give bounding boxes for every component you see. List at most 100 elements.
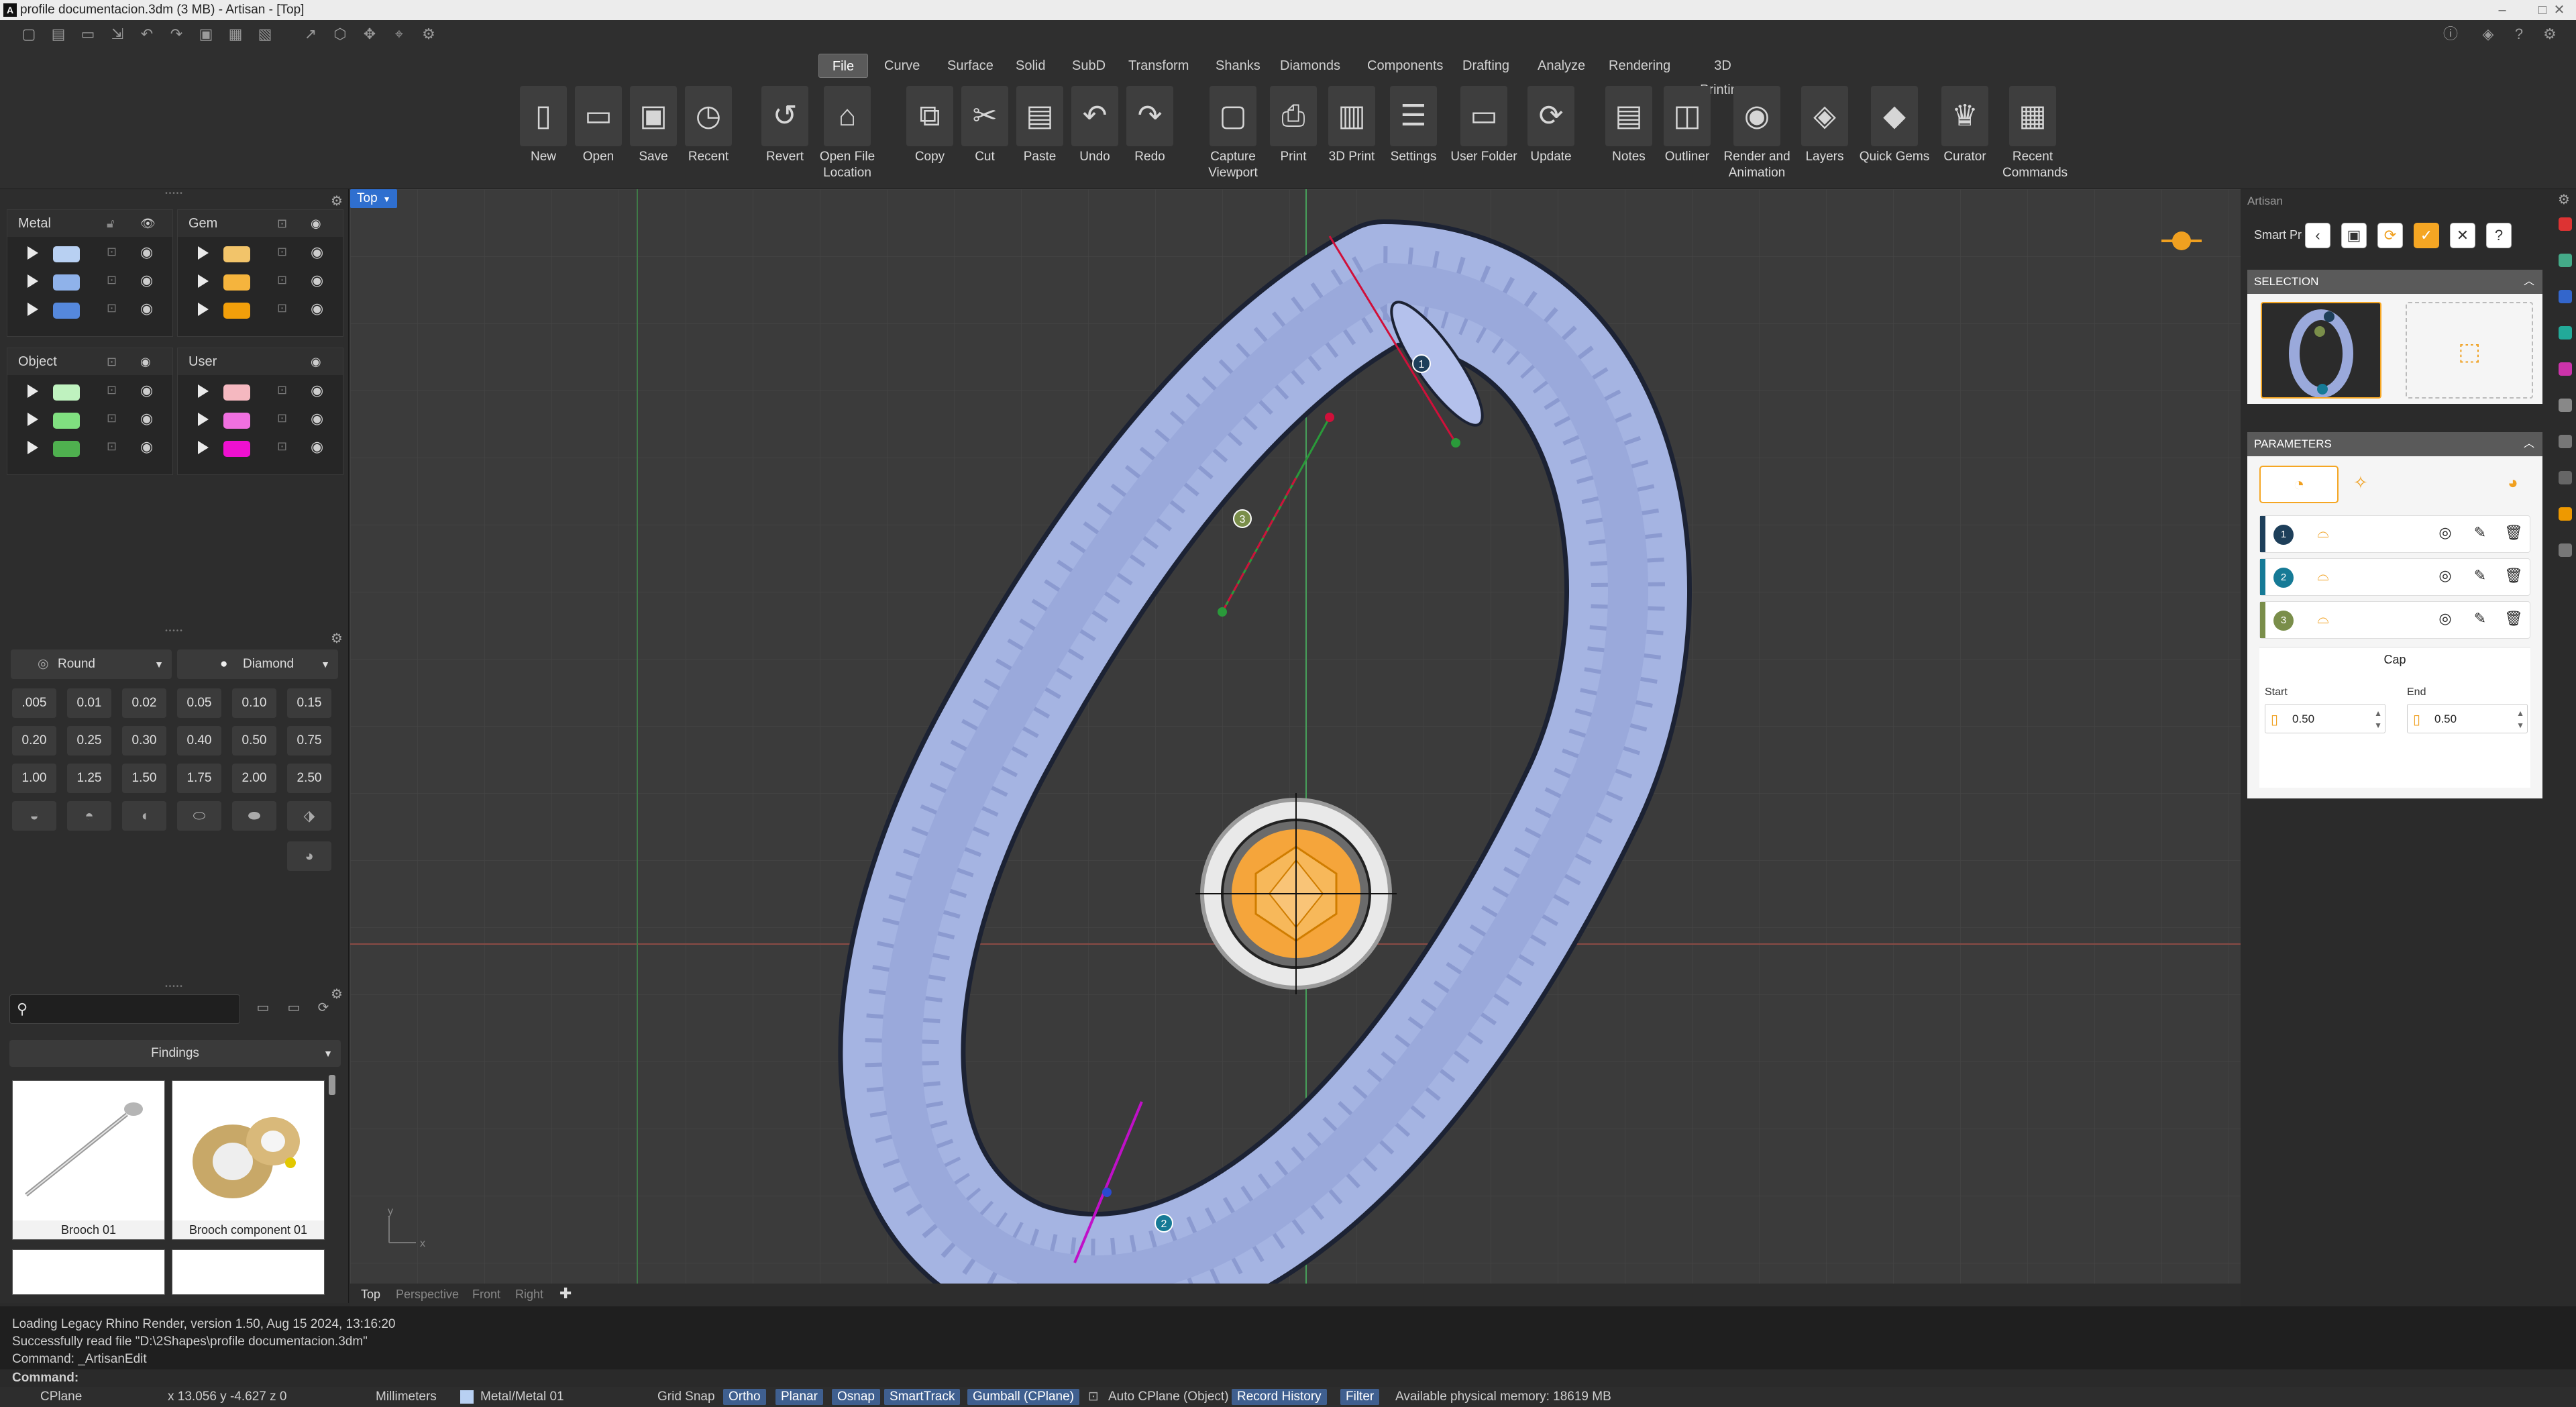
profile-row[interactable]: 2 ⌓ ◎ ✎ 🗑︎ [2259, 558, 2530, 596]
quick-gems-button[interactable]: ◆ Quick Gems [1856, 86, 1933, 187]
revert-button[interactable]: ↺ Revert [758, 86, 812, 187]
gem-shape-flat-icon[interactable]: ⬭ [177, 801, 221, 831]
gem-size-button[interactable]: 1.50 [122, 764, 166, 793]
stepper-arrows-icon[interactable]: ▲ ▼ [2516, 707, 2524, 731]
expand-icon[interactable] [198, 441, 209, 454]
selected-object-thumbnail[interactable] [2261, 302, 2381, 399]
gem-shape-round-icon[interactable]: ◒ [12, 801, 56, 831]
expand-icon[interactable] [28, 384, 38, 398]
smarttrack-toggle[interactable]: SmartTrack [884, 1389, 961, 1405]
confirm-button[interactable]: ✓ [2414, 223, 2439, 248]
record-history-toggle[interactable]: Record History [1232, 1389, 1327, 1405]
save-profile-button[interactable]: ▣ [2341, 223, 2367, 248]
lock-icon[interactable]: ⊡ [277, 217, 287, 231]
lock-icon[interactable]: ⊡ [107, 273, 117, 287]
finding-card-brooch-component-01[interactable]: Brooch component 01 [172, 1080, 325, 1240]
units[interactable]: Millimeters [376, 1389, 437, 1405]
viewport-tab-front[interactable]: Front [472, 1288, 500, 1302]
gumball-quick-icon[interactable]: ✥ [361, 25, 378, 43]
finding-card-brooch-01[interactable]: Brooch 01 [12, 1080, 165, 1240]
eye-icon[interactable]: 👁︎ [140, 217, 156, 231]
viewport-canvas[interactable]: 1 2 3 y x [350, 189, 2241, 1340]
gear-icon[interactable]: ⚙ [330, 988, 343, 1001]
select-objects-placeholder[interactable]: ⬚ [2406, 302, 2533, 399]
recent-commands-button[interactable]: ▦ Recent Commands [1999, 86, 2068, 187]
lock-icon[interactable]: ⊡ [107, 245, 117, 259]
outliner-button[interactable]: ◫ Outliner [1657, 86, 1717, 187]
profile-shape-icon[interactable]: ◕ [2508, 472, 2518, 493]
lock-icon[interactable]: ⊡ [107, 383, 117, 397]
back-button[interactable]: ‹ [2305, 223, 2330, 248]
cancel-button[interactable]: ✕ [2450, 223, 2475, 248]
profile-row[interactable]: 1 ⌓ ◎ ✎ 🗑︎ [2259, 515, 2530, 553]
paste-button[interactable]: ▤ Paste [1013, 86, 1067, 187]
refresh-icon[interactable]: ⟳ [317, 1001, 330, 1014]
visibility-icon[interactable]: ◎ [2436, 567, 2455, 584]
print-button[interactable]: ⎙ Print [1267, 86, 1320, 187]
layer-color-swatch[interactable] [223, 303, 250, 319]
lock-icon[interactable]: ⊡ [107, 355, 117, 369]
color-wheel-icon[interactable]: ◕ [287, 841, 331, 871]
gem-size-button[interactable]: 0.15 [287, 688, 331, 718]
filter-toggle[interactable]: Filter [1340, 1389, 1380, 1405]
expand-icon[interactable] [198, 384, 209, 398]
eye-icon[interactable]: ◉ [311, 217, 321, 231]
lock-icon[interactable]: ⊡ [277, 273, 287, 287]
gem-type-dropdown[interactable]: Diamond ▼ ● [177, 649, 338, 679]
layer-color-swatch[interactable] [53, 246, 80, 262]
profile-row[interactable]: 3 ⌓ ◎ ✎ 🗑︎ [2259, 601, 2530, 639]
layer-row[interactable]: ⊡ ◉ [178, 406, 343, 433]
findings-category-dropdown[interactable]: Findings ▼ [9, 1040, 341, 1067]
tab-curve[interactable]: Curve [876, 54, 922, 78]
side-tool-icon[interactable] [2559, 399, 2572, 412]
side-tool-icon[interactable] [2559, 435, 2572, 448]
tab-shanks[interactable]: Shanks [1208, 54, 1260, 78]
tab-file[interactable]: File [818, 54, 868, 78]
eye-icon[interactable]: ◉ [311, 272, 323, 289]
auto-cplane-toggle[interactable]: Auto CPlane (Object) [1108, 1389, 1229, 1405]
tab-3d-printing[interactable]: 3D Printing [1682, 54, 1763, 97]
redo-quick-icon[interactable]: ↷ [168, 25, 185, 43]
visibility-icon[interactable]: ◎ [2436, 524, 2455, 541]
tab-rendering[interactable]: Rendering [1601, 54, 1670, 78]
layer-row[interactable]: ⊡ ◉ [178, 268, 343, 295]
panel-grip[interactable]: ••••• [161, 984, 188, 990]
ortho-toggle[interactable]: Ortho [723, 1389, 766, 1405]
curve-quick-icon[interactable]: ↗ [302, 25, 319, 43]
layer-color-swatch[interactable] [223, 384, 250, 401]
lock-icon[interactable]: ⊡ [277, 439, 287, 454]
lock-icon[interactable]: ⊡ [107, 301, 117, 315]
layer-row[interactable]: ⊡ ◉ [7, 268, 172, 295]
refresh-button[interactable]: ⟳ [2377, 223, 2403, 248]
side-tool-icon[interactable] [2559, 362, 2572, 376]
folder-add-icon[interactable]: ▭ [256, 1001, 270, 1014]
gumball-toggle[interactable]: Gumball (CPlane) [967, 1389, 1079, 1405]
3d-print-button[interactable]: ▥ 3D Print [1322, 86, 1382, 187]
finding-card[interactable] [12, 1249, 165, 1295]
undo-button[interactable]: ↶ Undo [1068, 86, 1122, 187]
side-tool-icon[interactable] [2559, 543, 2572, 557]
tab-diamonds[interactable]: Diamonds [1272, 54, 1344, 78]
eye-icon[interactable]: ◉ [140, 410, 153, 427]
gem-size-button[interactable]: 0.50 [232, 726, 276, 755]
capture-viewport-button[interactable]: ▢ Capture Viewport [1201, 86, 1265, 187]
save-button[interactable]: ▣ Save [627, 86, 680, 187]
expand-icon[interactable] [28, 413, 38, 426]
question-quick-icon[interactable]: ? [2510, 25, 2528, 43]
side-tool-icon[interactable] [2559, 471, 2572, 484]
layer-color-swatch[interactable] [53, 384, 80, 401]
new-quick-icon[interactable]: ▢ [20, 25, 38, 43]
current-layer[interactable]: Metal/Metal 01 [480, 1389, 564, 1405]
side-tool-icon[interactable] [2559, 507, 2572, 521]
eye-icon[interactable]: ◉ [311, 355, 321, 369]
edit-icon[interactable]: ✎ [2471, 567, 2489, 584]
gem-size-button[interactable]: 1.75 [177, 764, 221, 793]
add-viewport-icon[interactable]: ✚ [559, 1285, 572, 1302]
layer-color-swatch[interactable] [53, 303, 80, 319]
gear-icon[interactable]: ⚙ [330, 195, 343, 208]
trash-icon[interactable]: 🗑︎ [2504, 524, 2523, 541]
tab-components[interactable]: Components [1359, 54, 1443, 78]
eye-icon[interactable]: ◉ [311, 244, 323, 261]
recent-button[interactable]: ◷ Recent [682, 86, 735, 187]
eye-icon[interactable]: ◉ [311, 438, 323, 456]
